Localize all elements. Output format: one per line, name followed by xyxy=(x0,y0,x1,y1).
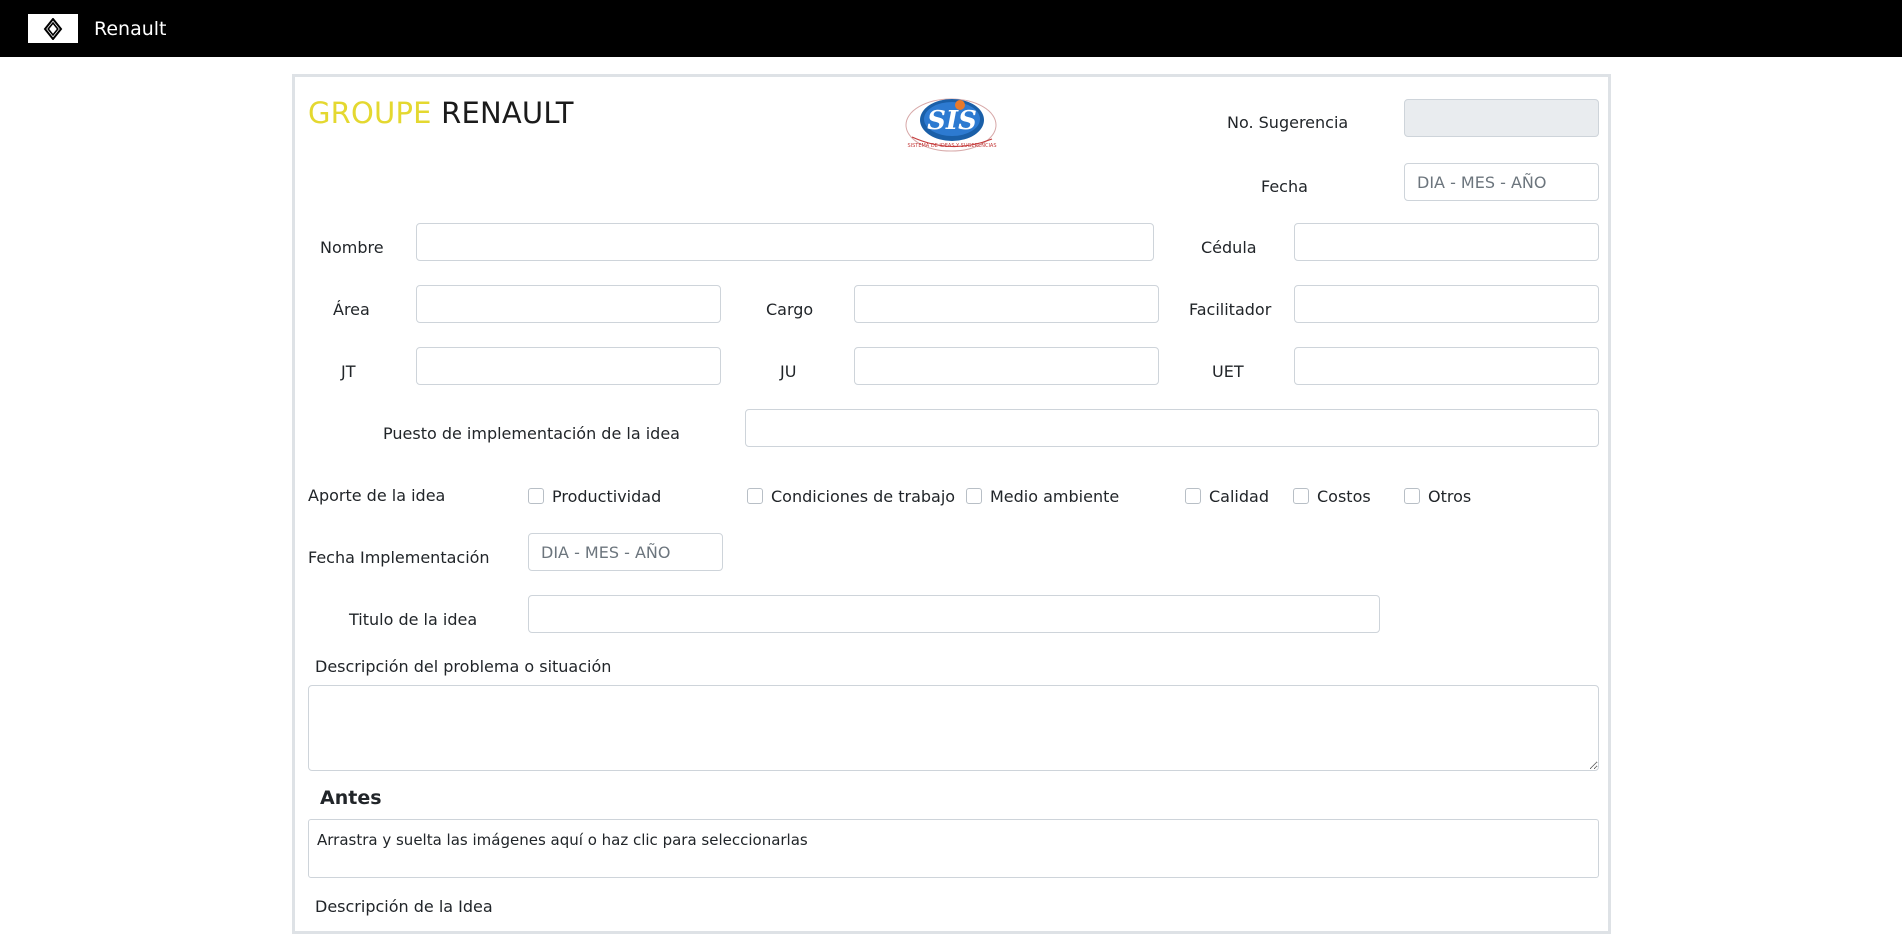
titulo-input[interactable] xyxy=(528,595,1380,633)
suggestion-form: GROUPE RENAULT SIS SISTEMA DE IDEAS Y SU… xyxy=(292,74,1611,934)
checkbox-calidad[interactable] xyxy=(1185,488,1201,504)
facilitador-input[interactable] xyxy=(1294,285,1599,323)
jt-input[interactable] xyxy=(416,347,721,385)
checkbox-otros[interactable] xyxy=(1404,488,1420,504)
uet-label: UET xyxy=(1212,362,1244,381)
nombre-label: Nombre xyxy=(320,238,384,257)
cedula-input[interactable] xyxy=(1294,223,1599,261)
dropzone-text: Arrastra y suelta las imágenes aquí o ha… xyxy=(317,831,808,849)
descripcion-problema-textarea[interactable] xyxy=(308,685,1599,771)
titulo-label: Titulo de la idea xyxy=(349,610,478,629)
descripcion-problema-label: Descripción del problema o situación xyxy=(315,657,612,676)
title-groupe: GROUPE xyxy=(308,96,432,130)
sis-logo-subtext: SISTEMA DE IDEAS Y SUGERENCIAS xyxy=(907,143,996,149)
cargo-label: Cargo xyxy=(766,300,814,319)
aporte-label: Aporte de la idea xyxy=(308,486,446,505)
option-otros-label: Otros xyxy=(1428,487,1472,506)
option-productividad-label: Productividad xyxy=(552,487,662,506)
ju-input[interactable] xyxy=(854,347,1159,385)
option-medio-ambiente-label: Medio ambiente xyxy=(990,487,1120,506)
uet-input[interactable] xyxy=(1294,347,1599,385)
puesto-label: Puesto de implementación de la idea xyxy=(383,424,680,443)
descripcion-idea-label: Descripción de la Idea xyxy=(315,897,493,916)
date-label: Fecha xyxy=(1261,177,1308,196)
option-costos-label: Costos xyxy=(1317,487,1371,506)
navbar-brand[interactable]: Renault xyxy=(94,17,167,41)
checkbox-costos[interactable] xyxy=(1293,488,1309,504)
antes-image-dropzone[interactable]: Arrastra y suelta las imágenes aquí o ha… xyxy=(308,819,1599,878)
checkbox-productividad[interactable] xyxy=(528,488,544,504)
area-input[interactable] xyxy=(416,285,721,323)
ju-label: JU xyxy=(780,362,797,381)
option-condiciones-label: Condiciones de trabajo xyxy=(771,487,956,506)
checkbox-medio-ambiente[interactable] xyxy=(966,488,982,504)
top-navbar: Renault xyxy=(0,0,1902,57)
checkbox-condiciones-trabajo[interactable] xyxy=(747,488,763,504)
suggestion-number-input[interactable] xyxy=(1404,99,1599,137)
fecha-implementacion-label: Fecha Implementación xyxy=(308,548,490,567)
renault-logo[interactable] xyxy=(28,14,78,43)
jt-label: JT xyxy=(341,362,356,381)
svg-text:SIS: SIS xyxy=(927,106,977,136)
fecha-implementacion-input[interactable] xyxy=(528,533,723,571)
page-title: GROUPE RENAULT xyxy=(308,96,574,130)
area-label: Área xyxy=(333,300,370,319)
sis-logo: SIS SISTEMA DE IDEAS Y SUGERENCIAS xyxy=(897,95,1007,159)
facilitador-label: Facilitador xyxy=(1189,300,1272,319)
cargo-input[interactable] xyxy=(854,285,1159,323)
date-input[interactable] xyxy=(1404,163,1599,201)
renault-diamond-icon xyxy=(43,17,63,40)
puesto-input[interactable] xyxy=(745,409,1599,447)
nombre-input[interactable] xyxy=(416,223,1154,261)
cedula-label: Cédula xyxy=(1201,238,1257,257)
option-calidad-label: Calidad xyxy=(1209,487,1269,506)
suggestion-number-label: No. Sugerencia xyxy=(1227,113,1349,132)
antes-title: Antes xyxy=(320,787,382,809)
title-renault: RENAULT xyxy=(441,96,574,130)
